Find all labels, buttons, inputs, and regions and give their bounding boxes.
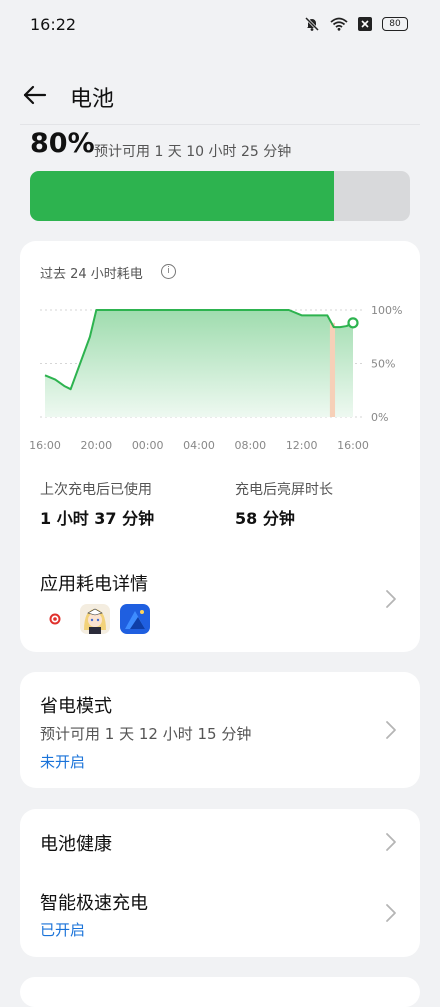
battery-settings-card: 电池健康 智能极速充电 已开启	[20, 809, 420, 957]
power-save-card[interactable]: 省电模式 预计可用 1 天 12 小时 15 分钟 未开启	[20, 672, 420, 788]
power-save-estimate: 预计可用 1 天 12 小时 15 分钟	[40, 725, 252, 743]
fast-charge-status: 已开启	[40, 921, 86, 939]
fast-charge-row[interactable]: 智能极速充电 已开启	[20, 875, 420, 957]
charging-segment	[329, 322, 336, 417]
usage-chart: 100% 50% 0% 16:00 20:00 00:00 04:00 08:00 12:00 1…	[29, 304, 402, 452]
screen-on-label: 充电后亮屏时长	[235, 482, 333, 498]
current-level-point	[347, 317, 359, 329]
page-title: 电池	[70, 87, 115, 112]
y-tick-label: 100%	[371, 304, 402, 317]
status-bar: 16:22 80	[0, 0, 440, 52]
chevron-right-icon	[384, 902, 398, 924]
app-usage-details-row[interactable]: 应用耗电详情	[20, 556, 420, 641]
red-dot-app-icon	[40, 604, 70, 634]
blue-mountain-app-icon	[120, 604, 150, 634]
power-save-status: 未开启	[40, 753, 86, 771]
battery-health-title: 电池健康	[40, 834, 112, 855]
fast-charge-title: 智能极速充电	[40, 893, 148, 914]
chevron-right-icon	[384, 719, 398, 741]
status-time: 16:22	[30, 15, 77, 34]
x-tick-label: 16:00	[29, 439, 61, 452]
next-settings-card	[20, 977, 420, 1007]
battery-icon: 80	[382, 17, 408, 31]
power-save-title: 省电模式	[40, 696, 112, 717]
x-tick-label: 20:00	[80, 439, 112, 452]
battery-percent: 80%	[30, 128, 95, 159]
x-tick-label: 16:00	[337, 439, 369, 452]
screen-on-value: 58 分钟	[235, 509, 295, 528]
mute-bell-icon	[304, 16, 320, 32]
header: 电池	[0, 70, 440, 120]
app-usage-details-title: 应用耗电详情	[40, 574, 148, 595]
header-divider	[20, 124, 420, 125]
close-box-icon	[358, 17, 372, 31]
wifi-icon	[330, 17, 348, 31]
usage-card: 过去 24 小时耗电 i 100% 50% 0% 16:00 20:00 00:00 04:…	[20, 241, 420, 652]
y-tick-label: 50%	[371, 358, 395, 371]
back-button[interactable]	[20, 80, 50, 110]
battery-level-fill	[30, 171, 334, 221]
battery-estimate: 预计可用 1 天 10 小时 25 分钟	[94, 144, 292, 160]
chevron-right-icon	[384, 831, 398, 853]
last-charge-value: 1 小时 37 分钟	[40, 509, 155, 528]
battery-level-bar	[30, 171, 410, 221]
chevron-right-icon	[384, 588, 398, 610]
y-tick-label: 0%	[371, 411, 388, 424]
arrow-left-icon	[23, 85, 47, 105]
usage-area	[45, 310, 353, 417]
last-charge-label: 上次充电后已使用	[40, 482, 152, 498]
x-tick-label: 08:00	[234, 439, 266, 452]
x-tick-label: 12:00	[286, 439, 318, 452]
anime-character-app-icon	[80, 604, 110, 634]
x-tick-label: 00:00	[132, 439, 164, 452]
status-icons: 80	[304, 16, 408, 32]
battery-health-row[interactable]: 电池健康	[20, 809, 420, 875]
x-tick-label: 04:00	[183, 439, 215, 452]
